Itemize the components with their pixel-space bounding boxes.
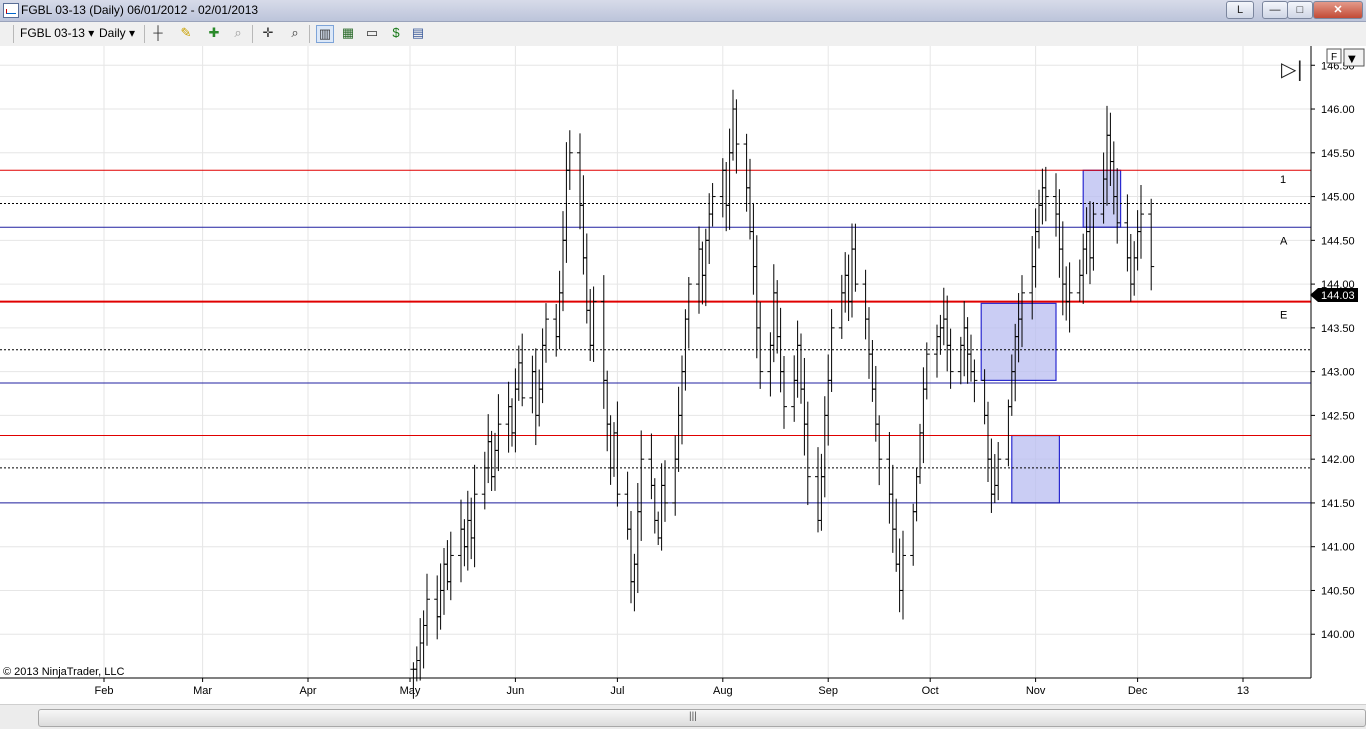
minimize-button[interactable]: — <box>1262 1 1288 19</box>
y-tick-label: 144.50 <box>1321 235 1355 247</box>
f-label: F <box>1331 52 1337 63</box>
x-tick-label: Oct <box>922 685 939 697</box>
chevron-down-icon: ▾ <box>129 26 136 40</box>
x-tick-label: 13 <box>1237 685 1249 697</box>
close-button[interactable]: ✕ <box>1313 1 1363 19</box>
chart-f-button[interactable]: F <box>1326 48 1342 64</box>
scrollbar-grip-icon: ||| <box>689 711 697 722</box>
chart-dropdown-button[interactable]: ▼ <box>1343 48 1365 67</box>
layout-button[interactable]: L <box>1226 1 1254 19</box>
horizontal-scrollbar[interactable]: ||| <box>0 704 1366 729</box>
period-label: Daily <box>99 26 126 40</box>
candlestick-icon[interactable]: ▦ <box>340 25 356 41</box>
y-tick-label: 146.00 <box>1321 104 1355 116</box>
zoom-icon[interactable]: ⌕ <box>230 25 246 41</box>
y-tick-label: 143.50 <box>1321 323 1355 335</box>
price-marker: 144.03 <box>1310 288 1358 302</box>
x-tick-label: Jun <box>507 685 525 697</box>
chevron-down-icon: ▾ <box>88 26 95 40</box>
chevron-down-icon: ▼ <box>1348 54 1356 65</box>
toolbar-separator <box>309 25 310 43</box>
price-zone-box <box>1082 169 1122 228</box>
drawing-pencil-icon[interactable]: ✎ <box>178 25 194 41</box>
crosshair-icon[interactable]: ✛ <box>260 25 276 41</box>
line-label: 1 <box>1280 174 1286 186</box>
add-indicator-icon[interactable]: ✚ <box>206 25 222 41</box>
y-tick-label: 142.00 <box>1321 454 1355 466</box>
bar-style-icon[interactable]: ┼ <box>150 25 166 41</box>
toolbar-separator <box>144 25 145 43</box>
instrument-selector[interactable]: FGBL 03-13 ▾ <box>20 26 94 40</box>
y-tick-label: 140.50 <box>1321 585 1355 597</box>
y-tick-label: 145.50 <box>1321 148 1355 160</box>
y-tick-label: 143.00 <box>1321 367 1355 379</box>
maximize-button[interactable]: □ <box>1287 1 1313 19</box>
scroll-end-icon: ▷| <box>1281 57 1303 81</box>
period-selector[interactable]: Daily ▾ <box>99 26 135 40</box>
magnify-icon[interactable]: ⌕ <box>287 25 303 41</box>
current-price-label: 144.03 <box>1321 290 1355 302</box>
y-tick-label: 140.00 <box>1321 629 1355 641</box>
y-tick-label: 142.50 <box>1321 410 1355 422</box>
scroll-to-end-button[interactable]: ▷| <box>1281 57 1303 81</box>
x-tick-label: May <box>400 685 421 697</box>
title-bar: FGBL 03-13 (Daily) 06/01/2012 - 02/01/20… <box>0 0 1366 22</box>
y-tick-label: 141.00 <box>1321 542 1355 554</box>
line-label: A <box>1280 235 1288 247</box>
x-tick-label: Feb <box>95 685 114 697</box>
y-tick-label: 145.00 <box>1321 192 1355 204</box>
toolbar-grip <box>13 25 14 43</box>
line-label: E <box>1280 310 1287 322</box>
x-tick-label: Dec <box>1128 685 1148 697</box>
x-tick-label: Mar <box>193 685 212 697</box>
instrument-label: FGBL 03-13 <box>20 26 85 40</box>
properties-icon[interactable]: ▤ <box>410 25 426 41</box>
toolbar-separator <box>252 25 253 43</box>
chart-app-icon <box>3 3 19 18</box>
x-tick-label: Jul <box>610 685 624 697</box>
x-tick-label: Apr <box>299 685 316 697</box>
x-tick-label: Sep <box>818 685 838 697</box>
toolbar: FGBL 03-13 ▾ Daily ▾ ┼ ✎ ✚ ⌕ ✛ ⌕ ▥ ▦ ▭ $… <box>0 22 1366 47</box>
price-zone-box <box>1011 434 1060 504</box>
dollar-icon[interactable]: $ <box>388 25 404 41</box>
x-tick-label: Aug <box>713 685 733 697</box>
scrollbar-thumb[interactable]: ||| <box>38 709 1366 727</box>
chart-window-icon[interactable]: ▭ <box>364 25 380 41</box>
window-title: FGBL 03-13 (Daily) 06/01/2012 - 02/01/20… <box>21 3 259 17</box>
y-tick-label: 141.50 <box>1321 498 1355 510</box>
price-chart[interactable]: 1AE 146.50146.00145.50145.00144.50144.00… <box>0 46 1366 704</box>
x-tick-label: Nov <box>1026 685 1046 697</box>
chart-bars-icon[interactable]: ▥ <box>316 25 334 43</box>
copyright-text: © 2013 NinjaTrader, LLC <box>3 666 124 678</box>
